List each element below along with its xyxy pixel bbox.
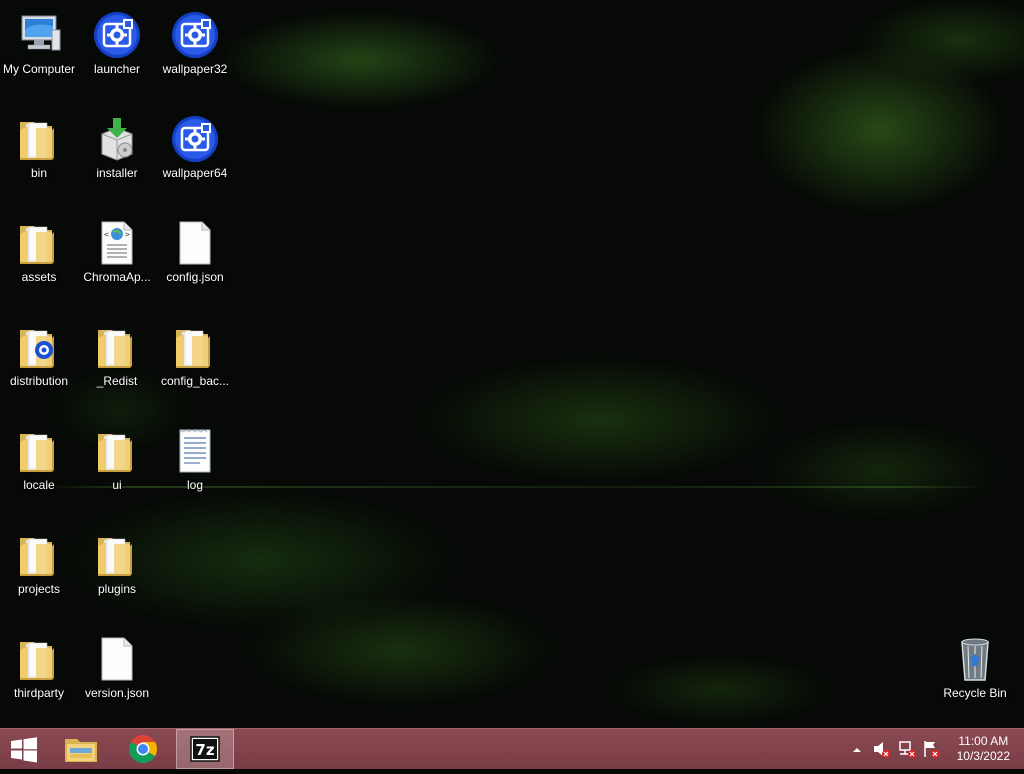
clock-time: 11:00 AM: [958, 734, 1009, 748]
desktop-icon-log[interactable]: log: [156, 420, 234, 516]
desktop-icon-assets[interactable]: assets: [0, 212, 78, 308]
desktop-icon-distribution[interactable]: distribution: [0, 316, 78, 412]
recycle-bin-icon: [961, 638, 989, 681]
desktop-icon-thirdparty[interactable]: thirdparty: [0, 628, 78, 724]
chrome-icon: [129, 735, 157, 763]
folder-icon: [14, 218, 64, 268]
chevron-up-icon: [853, 748, 861, 752]
windows-logo-icon: [11, 737, 37, 763]
text-file-icon: [179, 429, 211, 473]
desktop-icon-bin[interactable]: bin: [0, 108, 78, 204]
svg-text:>: >: [125, 230, 130, 239]
folder-icon: [14, 530, 64, 580]
desktop-icon-label: bin: [30, 166, 47, 180]
folder-icon: [14, 634, 64, 684]
desktop-icon-recycle-bin[interactable]: Recycle Bin: [936, 628, 1014, 724]
7zip-icon: 7z: [190, 736, 220, 762]
html-file-icon: < >: [92, 218, 142, 268]
folder-icon: [14, 426, 64, 476]
folder-icon: [92, 426, 142, 476]
file-icon: [170, 218, 220, 268]
desktop-icon-label: wallpaper32: [162, 62, 228, 76]
desktop-icon-my-computer[interactable]: My Computer: [0, 4, 78, 100]
action-center-flag-icon: [924, 741, 939, 758]
folder-icon: [14, 322, 64, 372]
folder-icon: [14, 114, 64, 164]
show-hidden-icons-button[interactable]: [850, 729, 864, 769]
gear-app-icon: [170, 10, 220, 60]
desktop-icon-label: launcher: [93, 62, 141, 76]
desktop-icon-label: ui: [112, 478, 122, 492]
desktop-icon-wallpaper64[interactable]: wallpaper64: [156, 108, 234, 204]
folder-icon: [92, 322, 142, 372]
desktop-icon-label: plugins: [97, 582, 137, 596]
taskbar-7zip[interactable]: 7z: [176, 729, 234, 769]
desktop-icon-wallpaper32[interactable]: wallpaper32: [156, 4, 234, 100]
desktop-icon-plugins[interactable]: plugins: [78, 524, 156, 620]
installer-icon: [101, 118, 133, 161]
desktop-icon-label: thirdparty: [13, 686, 65, 700]
volume-tray-button[interactable]: [870, 729, 892, 769]
desktop-icon-launcher[interactable]: launcher: [78, 4, 156, 100]
desktop-icon-label: config_bac...: [160, 374, 230, 388]
volume-muted-icon: [874, 742, 890, 758]
gear-app-icon: [170, 114, 220, 164]
desktop-icon-config-json[interactable]: config.json: [156, 212, 234, 308]
taskbar-chrome[interactable]: [120, 729, 166, 769]
taskbar-clock[interactable]: 11:00 AM 10/3/2022: [957, 734, 1010, 764]
desktop-icon-installer[interactable]: installer: [78, 108, 156, 204]
desktop-icon-label: ChromaAp...: [83, 270, 151, 284]
desktop-icon-config-backup[interactable]: config_bac...: [156, 316, 234, 412]
desktop-icon-label: locale: [23, 478, 55, 492]
desktop-icon-label: config.json: [166, 270, 224, 284]
desktop-icon-version-json[interactable]: version.json: [78, 628, 156, 724]
file-icon: [92, 634, 142, 684]
action-center-tray-button[interactable]: [920, 729, 942, 769]
desktop-icon-label: distribution: [9, 374, 69, 388]
desktop-icon-label: My Computer: [2, 62, 76, 76]
desktop-icon-label: version.json: [84, 686, 150, 700]
desktop-icon-chroma-app[interactable]: < > ChromaAp...: [78, 212, 156, 308]
taskbar-file-explorer[interactable]: [58, 729, 104, 769]
desktop-background[interactable]: My Computer bin assets distribution loca…: [0, 0, 1024, 728]
desktop-icon-label: _Redist: [96, 374, 138, 388]
gear-app-icon: [92, 10, 142, 60]
computer-icon: [21, 15, 61, 51]
folder-icon: [170, 322, 220, 372]
network-tray-button[interactable]: [896, 729, 918, 769]
start-button[interactable]: [0, 729, 48, 769]
desktop-icon-label: installer: [96, 166, 138, 180]
desktop-icon-label: projects: [17, 582, 61, 596]
svg-text:7z: 7z: [195, 741, 214, 759]
desktop-icon-ui[interactable]: ui: [78, 420, 156, 516]
taskbar: 7z 11:00 AM 10/3/2022: [0, 728, 1024, 769]
desktop-icon-label: wallpaper64: [162, 166, 228, 180]
file-explorer-icon: [65, 739, 97, 762]
desktop-icon-projects[interactable]: projects: [0, 524, 78, 620]
desktop-icon-label: assets: [21, 270, 57, 284]
desktop-icon-redist[interactable]: _Redist: [78, 316, 156, 412]
svg-text:<: <: [104, 230, 109, 239]
desktop-icon-locale[interactable]: locale: [0, 420, 78, 516]
desktop-icon-label: log: [186, 478, 203, 492]
clock-date: 10/3/2022: [956, 749, 1010, 763]
folder-icon: [92, 530, 142, 580]
desktop-icon-label: Recycle Bin: [943, 686, 1007, 700]
network-error-icon: [899, 741, 916, 758]
